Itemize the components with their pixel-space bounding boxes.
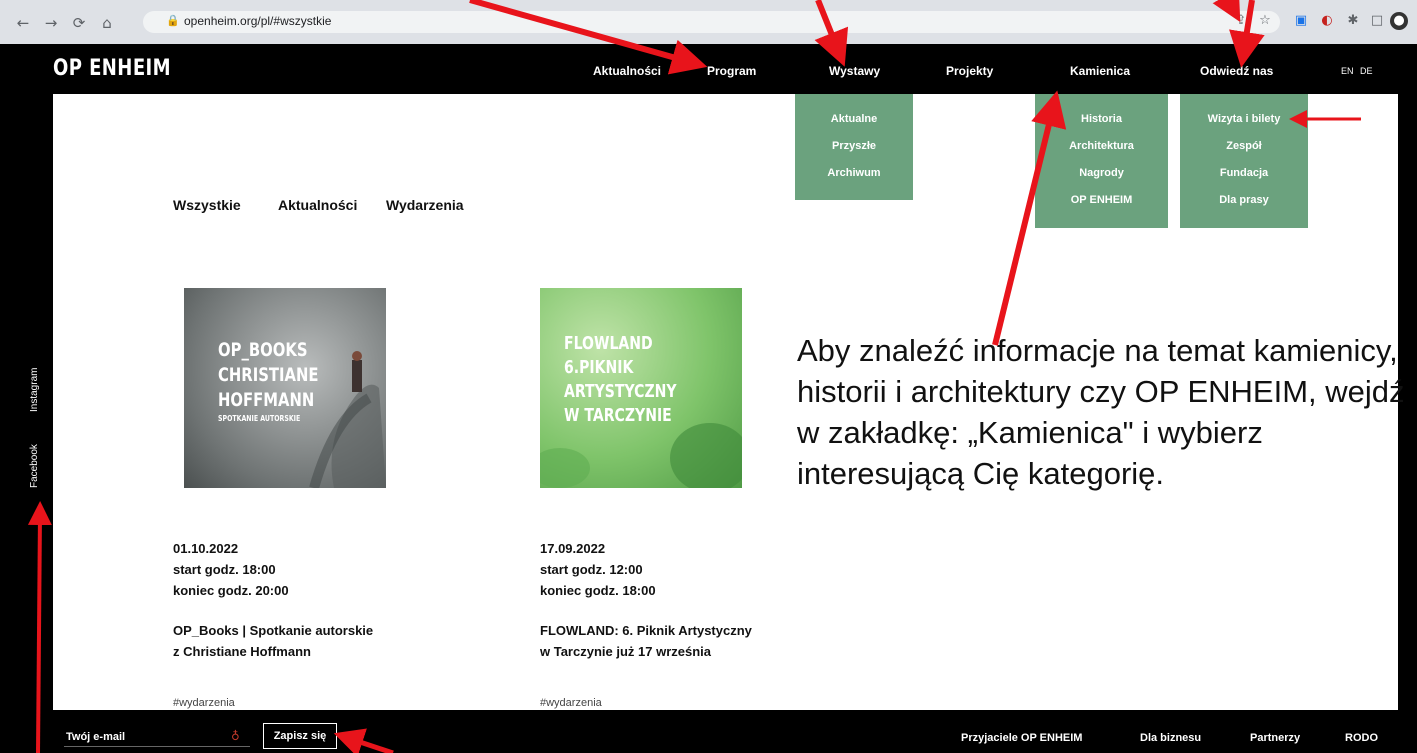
event-date: 01.10.2022 <box>173 541 239 556</box>
event-title[interactable]: FLOWLAND: 6. Piknik Artystyczny w Tarczy… <box>540 620 762 662</box>
site-logo[interactable]: OP ENHEIM <box>53 56 171 81</box>
lang-de[interactable]: DE <box>1360 66 1373 76</box>
star-icon[interactable]: ☆ <box>1256 12 1274 30</box>
footer-link-dla-biznesu[interactable]: Dla biznesu <box>1140 732 1201 744</box>
image-title-line: 6.PIKNIK <box>564 357 634 378</box>
image-title-line: HOFFMANN <box>218 389 315 411</box>
image-title-line: OP_BOOKS <box>218 339 308 361</box>
dropdown-item[interactable]: Zespół <box>1180 140 1308 152</box>
share-icon[interactable]: ⇪ <box>1232 12 1250 30</box>
event-start: start godz. 18:00 <box>173 562 276 577</box>
dropdown-item[interactable]: Fundacja <box>1180 167 1308 179</box>
image-title-line: ARTYSTYCZNY <box>564 381 677 402</box>
nav-projekty[interactable]: Projekty <box>946 64 993 78</box>
filter-aktualnosci[interactable]: Aktualności <box>278 197 357 213</box>
nav-program[interactable]: Program <box>707 64 756 78</box>
dropdown-item[interactable]: Architektura <box>1035 140 1168 152</box>
dropdown-item[interactable]: OP ENHEIM <box>1035 194 1168 206</box>
reload-icon[interactable]: ⟳ <box>70 14 88 32</box>
instruction-text: Aby znaleźć informacje na temat kamienic… <box>797 333 1405 491</box>
event-image-flowland[interactable]: FLOWLAND 6.PIKNIK ARTYSTYCZNY W TARCZYNI… <box>540 288 742 488</box>
translate-icon[interactable]: ▣ <box>1292 12 1310 30</box>
filter-wszystkie[interactable]: Wszystkie <box>173 197 241 213</box>
event-end: koniec godz. 20:00 <box>173 583 289 598</box>
puzzle-icon[interactable]: ✱ <box>1344 12 1362 30</box>
email-underline <box>64 746 250 747</box>
dropdown-odwiedz: Wizyta i bilety Zespół Fundacja Dla pras… <box>1180 94 1308 228</box>
window-icon[interactable]: □ <box>1368 12 1386 30</box>
event-start: start godz. 12:00 <box>540 562 643 577</box>
footer-link-partnerzy[interactable]: Partnerzy <box>1250 732 1300 744</box>
image-title-line: FLOWLAND <box>564 333 653 354</box>
dropdown-item[interactable]: Dla prasy <box>1180 194 1308 206</box>
event-title[interactable]: OP_Books | Spotkanie autorskie z Christi… <box>173 620 383 662</box>
dropdown-item[interactable]: Przyszłe <box>795 140 913 152</box>
image-title-line: CHRISTIANE <box>218 364 319 386</box>
event-date: 17.09.2022 <box>540 541 606 556</box>
url-text[interactable]: openheim.org/pl/#wszystkie <box>184 14 331 28</box>
nav-aktualnosci[interactable]: Aktualności <box>593 64 661 78</box>
filter-wydarzenia[interactable]: Wydarzenia <box>386 197 464 213</box>
lock-icon: 🔒 <box>166 14 180 27</box>
image-subtitle: SPOTKANIE AUTORSKIE <box>218 414 301 423</box>
facebook-link[interactable]: Facebook <box>29 444 40 488</box>
event-card-2-meta: 17.09.2022 start godz. 12:00 koniec godz… <box>540 538 760 601</box>
image-title-line: W TARCZYNIE <box>564 405 672 426</box>
nav-kamienica[interactable]: Kamienica <box>1070 64 1130 78</box>
extension-icon[interactable]: ◐ <box>1318 12 1336 30</box>
nav-odwiedz-nas[interactable]: Odwiedź nas <box>1200 64 1273 78</box>
instagram-link[interactable]: Instagram <box>29 368 40 412</box>
dropdown-item[interactable]: Archiwum <box>795 167 913 179</box>
lang-en[interactable]: EN <box>1341 66 1354 76</box>
alert-icon: ♁ <box>231 729 240 743</box>
event-end: koniec godz. 18:00 <box>540 583 656 598</box>
dropdown-wystawy: Aktualne Przyszłe Archiwum <box>795 94 913 200</box>
forward-icon[interactable]: → <box>42 14 60 32</box>
email-input[interactable]: Twój e-mail <box>66 731 125 743</box>
dropdown-item[interactable]: Wizyta i bilety <box>1180 113 1308 125</box>
dropdown-item[interactable]: Historia <box>1035 113 1168 125</box>
dropdown-item[interactable]: Aktualne <box>795 113 913 125</box>
event-tag[interactable]: #wydarzenia <box>540 697 602 709</box>
event-tag[interactable]: #wydarzenia <box>173 697 235 709</box>
event-card-1-meta: 01.10.2022 start godz. 18:00 koniec godz… <box>173 538 393 601</box>
footer-link-przyjaciele[interactable]: Przyjaciele OP ENHEIM <box>961 732 1082 744</box>
event-image-op-books[interactable]: OP_BOOKS CHRISTIANE HOFFMANN SPOTKANIE A… <box>184 288 386 488</box>
home-icon[interactable]: ⌂ <box>98 14 116 32</box>
footer-link-rodo[interactable]: RODO <box>1345 732 1378 744</box>
social-rail <box>0 94 53 710</box>
back-icon[interactable]: ← <box>14 14 32 32</box>
dropdown-item[interactable]: Nagrody <box>1035 167 1168 179</box>
subscribe-button[interactable]: Zapisz się <box>263 723 337 749</box>
dropdown-kamienica: Historia Architektura Nagrody OP ENHEIM <box>1035 94 1168 228</box>
nav-wystawy[interactable]: Wystawy <box>829 64 880 78</box>
profile-avatar[interactable]: ● <box>1390 12 1408 30</box>
